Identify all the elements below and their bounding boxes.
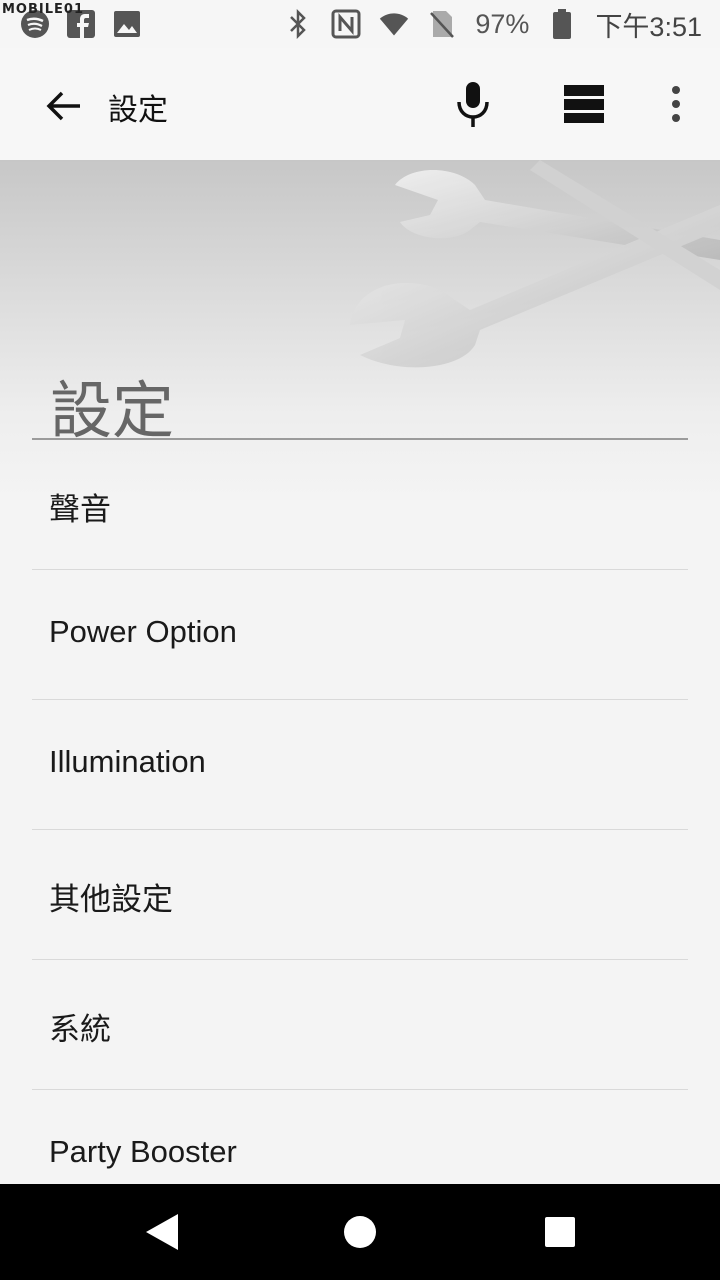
grid-icon[interactable] (560, 82, 608, 126)
wifi-icon (379, 9, 409, 39)
battery-icon (547, 9, 577, 39)
status-right: 97% 下午3:51 (283, 5, 720, 44)
settings-item-label: Party Booster (49, 1134, 237, 1169)
settings-item-system[interactable]: 系統 (32, 960, 688, 1090)
settings-item-label: Illumination (49, 744, 206, 779)
back-arrow-icon[interactable] (40, 82, 88, 130)
settings-item-power-option[interactable]: Power Option (32, 570, 688, 700)
image-icon (112, 9, 142, 39)
watermark: MOBILE01 (2, 2, 84, 17)
settings-item-label: Power Option (49, 614, 237, 649)
no-sim-icon (427, 9, 457, 39)
nfc-icon (331, 9, 361, 39)
settings-item-sound[interactable]: 聲音 (32, 440, 688, 570)
settings-item-label: 系統 (49, 1012, 111, 1047)
settings-list: 聲音 Power Option Illumination 其他設定 系統 Par… (32, 440, 688, 1219)
status-bar: MOBILE01 97% 下午3:51 (0, 0, 720, 48)
settings-item-other-settings[interactable]: 其他設定 (32, 830, 688, 960)
bluetooth-icon (283, 9, 313, 39)
more-vert-icon[interactable] (664, 82, 688, 126)
recents-square-icon[interactable] (545, 1217, 575, 1247)
back-triangle-icon[interactable] (144, 1212, 180, 1252)
clock: 下午3:51 (595, 11, 702, 42)
settings-item-label: 其他設定 (49, 882, 173, 917)
settings-item-label: 聲音 (49, 492, 111, 527)
home-circle-icon[interactable] (344, 1216, 376, 1248)
app-toolbar: 設定 (0, 48, 720, 160)
toolbar-title: 設定 (108, 94, 168, 127)
settings-item-illumination[interactable]: Illumination (32, 700, 688, 830)
page-title: 設定 (50, 377, 175, 446)
mic-icon[interactable] (452, 80, 494, 130)
battery-percent: 97% (475, 8, 530, 39)
